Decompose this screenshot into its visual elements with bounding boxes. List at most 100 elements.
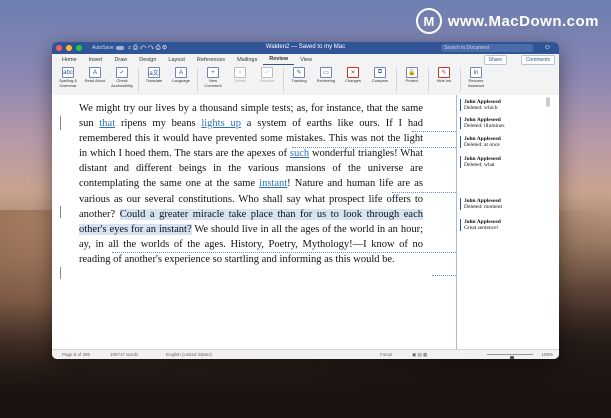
changes-label: Changes: [344, 78, 361, 83]
account-icon[interactable]: ☺: [544, 44, 551, 51]
page-count[interactable]: Page 8 of 296: [62, 352, 90, 357]
spelling-grammar-button[interactable]: abc Spelling & Grammar: [55, 65, 81, 88]
tracked-insertion[interactable]: instant: [259, 178, 287, 189]
hide-ink-icon: ✎: [438, 67, 450, 78]
change-bar: [60, 206, 61, 218]
compare-icon: ⧉: [374, 67, 386, 78]
focus-button[interactable]: Focus: [380, 352, 392, 357]
comment-balloon[interactable]: John Appleseed Deleted: moment: [460, 198, 548, 211]
comment-balloon[interactable]: John Appleseed Deleted: illumines: [460, 117, 548, 130]
tab-review[interactable]: Review: [263, 54, 295, 65]
delete-label: Delete: [234, 78, 246, 83]
tab-home[interactable]: Home: [56, 55, 83, 65]
translate-label: Translate: [145, 78, 163, 83]
comment-balloon[interactable]: John Appleseed Great sentence!: [460, 219, 548, 232]
language-label: Language: [172, 78, 190, 83]
tab-mailings[interactable]: Mailings: [231, 55, 263, 65]
spelling-grammar-label: Spelling & Grammar: [58, 78, 77, 88]
protect-label: Protect: [405, 78, 419, 83]
delete-button[interactable]: × Delete: [227, 65, 253, 84]
tracking-button[interactable]: ✎ Tracking: [286, 65, 312, 84]
changes-icon: ✕: [347, 67, 359, 78]
tab-draw[interactable]: Draw: [108, 55, 133, 65]
review-ribbon: abc Spelling & Grammar A Read Aloud ✓ Check A…: [52, 65, 559, 96]
new-comment-icon: +: [207, 67, 219, 78]
quick-access-toolbar[interactable]: ⌂ ⎙ ↶ ↷ ⎙ ⚙: [128, 45, 167, 52]
reviewing-button[interactable]: ▭ Reviewing: [313, 65, 339, 84]
ribbon-tabs: Home Insert Draw Design Layout References Mail…: [52, 54, 559, 65]
comment-leader: [412, 131, 458, 132]
body-text: ripens my beans: [115, 118, 202, 130]
zoom-window-button[interactable]: [76, 45, 82, 51]
watermark-text: www.MacDown.com: [447, 12, 599, 30]
comment-text: Deleted: what: [464, 162, 495, 169]
change-bar: [60, 267, 61, 279]
resume-assistant-icon: in: [470, 67, 482, 78]
tab-view[interactable]: View: [294, 55, 318, 65]
comment-leader: [292, 147, 458, 148]
resolve-button[interactable]: ✓ Resolve: [254, 65, 280, 84]
read-aloud-icon: A: [89, 67, 101, 78]
compare-button[interactable]: ⧉ Compare: [367, 65, 393, 84]
translate-icon: a文: [148, 67, 160, 78]
resume-assistant-button[interactable]: in Resume Assistant: [463, 65, 489, 88]
tab-design[interactable]: Design: [133, 55, 162, 65]
tracked-insertion[interactable]: that: [99, 118, 115, 129]
hide-ink-button[interactable]: ✎ Hide Ink: [431, 65, 457, 84]
read-aloud-button[interactable]: A Read Aloud: [82, 65, 108, 84]
tracked-insertion[interactable]: lights up: [201, 118, 241, 129]
autosave-toggle[interactable]: [115, 46, 124, 50]
markup-pane: John Appleseed Deleted: which John Applese…: [456, 95, 552, 350]
comment-leader: [432, 275, 458, 276]
comment-text: Deleted: which: [464, 105, 498, 112]
delete-icon: ×: [234, 67, 246, 78]
protect-button[interactable]: 🔒 Protect: [399, 65, 425, 84]
new-comment-button[interactable]: + New Comment: [200, 65, 226, 88]
share-button[interactable]: Share: [483, 55, 507, 65]
spelling-grammar-icon: abc: [62, 67, 74, 78]
zoom-slider[interactable]: [487, 354, 533, 359]
read-aloud-label: Read Aloud: [84, 78, 106, 83]
comment-balloon[interactable]: John Appleseed Deleted: which: [460, 99, 548, 112]
language-button[interactable]: A Language: [168, 65, 194, 84]
ribbon-separator: [138, 68, 139, 92]
document-area: We might try our lives by a thousand sim…: [52, 95, 559, 350]
word-window: AutoSave ⌂ ⎙ ↶ ↷ ⎙ ⚙ Walden2 — Saved to …: [52, 42, 559, 359]
tab-layout[interactable]: Layout: [162, 55, 191, 65]
document-body[interactable]: We might try our lives by a thousand sim…: [79, 101, 423, 267]
title-bar: AutoSave ⌂ ⎙ ↶ ↷ ⎙ ⚙ Walden2 — Saved to …: [52, 42, 559, 54]
tab-insert[interactable]: Insert: [83, 55, 109, 65]
translate-button[interactable]: a文 Translate: [141, 65, 167, 84]
changes-button[interactable]: ✕ Changes: [340, 65, 366, 84]
ribbon-separator: [396, 68, 397, 92]
language-icon: A: [175, 67, 187, 78]
check-accessibility-button[interactable]: ✓ Check Accessibility: [109, 65, 135, 88]
check-accessibility-label: Check Accessibility: [111, 78, 133, 88]
reviewing-icon: ▭: [320, 67, 332, 78]
resume-assistant-label: Resume Assistant: [467, 78, 485, 88]
zoom-knob[interactable]: [510, 356, 515, 359]
close-window-button[interactable]: [56, 45, 62, 51]
ribbon-separator: [197, 68, 198, 92]
zoom-level: 159%: [541, 352, 553, 357]
new-comment-label: New Comment: [204, 78, 222, 88]
language-indicator[interactable]: English (United States): [166, 352, 212, 357]
comment-leader: [112, 252, 458, 253]
watermark: M www.MacDown.com: [415, 8, 599, 34]
tracking-label: Tracking: [291, 78, 307, 83]
ribbon-separator: [460, 68, 461, 92]
minimize-window-button[interactable]: [66, 45, 72, 51]
comments-button[interactable]: Comments: [520, 55, 555, 65]
view-mode-icons[interactable]: ▣ ▤ ▦: [412, 352, 427, 358]
search-input[interactable]: Search in Document: [441, 44, 533, 52]
protect-icon: 🔒: [406, 67, 418, 78]
word-count[interactable]: 106717 words: [110, 352, 138, 357]
autosave-label: AutoSave: [92, 45, 114, 51]
comment-balloon[interactable]: John Appleseed Deleted: what: [460, 156, 548, 169]
change-bar: [60, 116, 61, 130]
comment-balloon[interactable]: John Appleseed Deleted: at once: [460, 136, 548, 149]
tab-references[interactable]: References: [191, 55, 231, 65]
resolve-label: Resolve: [259, 78, 275, 83]
tracked-insertion[interactable]: such: [290, 148, 309, 159]
comment-text: Great sentence!: [464, 225, 499, 232]
